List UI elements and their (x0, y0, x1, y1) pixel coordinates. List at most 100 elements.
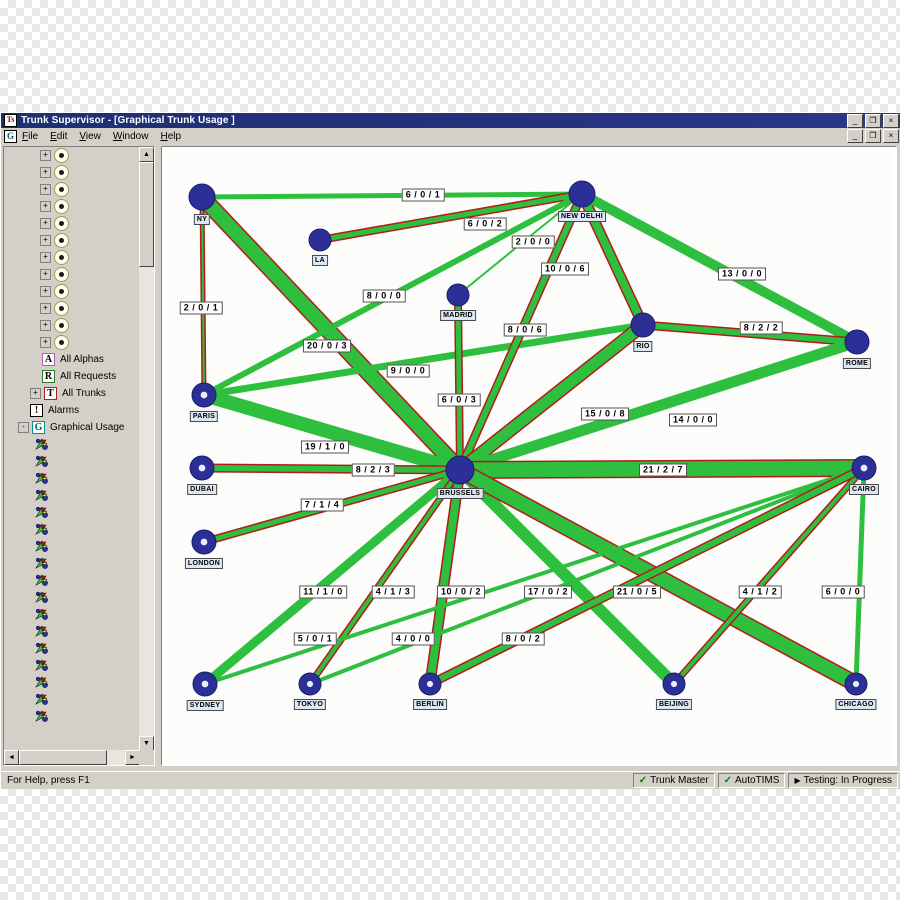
tree-node-row[interactable]: + (4, 181, 140, 198)
scroll-down-button[interactable]: ▼ (139, 736, 154, 751)
graph-leaf-row[interactable] (4, 453, 140, 470)
graph-leaf-row[interactable] (4, 640, 140, 657)
expand-icon[interactable]: + (40, 218, 51, 229)
menu-item-edit[interactable]: Edit (50, 131, 67, 142)
trunk-usage-label: 4 / 0 / 0 (391, 632, 435, 646)
expand-icon[interactable]: + (40, 269, 51, 280)
menu-item-help[interactable]: Help (160, 131, 181, 142)
sidebar-item-all-alphas[interactable]: A All Alphas (4, 351, 140, 368)
graph-leaf-row[interactable] (4, 555, 140, 572)
play-icon: ▶ (794, 775, 801, 785)
expand-icon[interactable]: + (30, 388, 41, 399)
menu-item-window[interactable]: Window (113, 131, 149, 142)
expand-icon[interactable]: + (40, 252, 51, 263)
restore-button[interactable]: ❐ (865, 114, 881, 128)
graph-usage-icon (34, 557, 49, 570)
graph-leaf-row[interactable] (4, 606, 140, 623)
status-pane-label: AutoTIMS (735, 774, 780, 786)
status-indicator-panes: ✓ Trunk Master ✓ AutoTIMS ▶ Testing: In Progr… (632, 773, 900, 788)
trunk-usage-label: 13 / 0 / 0 (717, 267, 767, 281)
trunk-node-icon (54, 182, 69, 197)
trunk-node-icon (54, 165, 69, 180)
sidebar-item-alarms[interactable]: ! Alarms (4, 402, 140, 419)
node-label-madrid: MADRID (440, 310, 476, 321)
navigation-tree-pane[interactable]: + + + + + + + + + + + + A All Alphas R All Requests + T Al… (3, 146, 155, 766)
graph-leaf-row[interactable] (4, 470, 140, 487)
node-label-paris: PARIS (189, 411, 219, 422)
graph-leaf-row[interactable] (4, 538, 140, 555)
graph-labels-overlay: NY LA NEW DELHI MADRID RIO ROME PARIS DUBAI BRUS… (165, 150, 893, 762)
mdi-minimize-button[interactable]: _ (847, 129, 863, 143)
graph-leaf-row[interactable] (4, 691, 140, 708)
expand-icon (30, 372, 39, 381)
node-label-newdelhi: NEW DELHI (558, 211, 606, 222)
graph-surface[interactable]: NY LA NEW DELHI MADRID RIO ROME PARIS DUBAI BRUS… (165, 150, 893, 762)
tree-node-row[interactable]: + (4, 249, 140, 266)
graph-leaf-row[interactable] (4, 487, 140, 504)
sidebar-item-all-trunks[interactable]: + T All Trunks (4, 385, 140, 402)
tree-vertical-scroll-thumb[interactable] (139, 162, 154, 267)
tree-vertical-scrollbar[interactable]: ▲ ▼ (139, 147, 154, 751)
trunk-node-icon (54, 199, 69, 214)
expand-icon[interactable]: + (40, 201, 51, 212)
alarm-icon: ! (30, 404, 43, 417)
close-button[interactable]: × (883, 114, 899, 128)
tree-node-row[interactable]: + (4, 317, 140, 334)
collapse-icon[interactable]: - (18, 422, 29, 433)
trunk-node-icon (54, 318, 69, 333)
graph-leaf-row[interactable] (4, 504, 140, 521)
graph-leaf-row[interactable] (4, 572, 140, 589)
menu-item-view-rest: iew (85, 130, 101, 142)
menu-item-file[interactable]: File (22, 131, 38, 142)
expand-icon[interactable]: + (40, 150, 51, 161)
check-icon: ✓ (638, 774, 648, 786)
tree-node-row[interactable]: + (4, 164, 140, 181)
document-icon[interactable]: G (4, 129, 17, 143)
tree-node-row[interactable]: + (4, 232, 140, 249)
menu-item-view[interactable]: View (79, 131, 101, 142)
graph-leaf-row[interactable] (4, 436, 140, 453)
trunk-node-icon (54, 250, 69, 265)
tree-horizontal-scroll-thumb[interactable] (19, 750, 107, 765)
graph-leaf-row[interactable] (4, 674, 140, 691)
trunk-usage-label: 2 / 0 / 1 (179, 301, 223, 315)
scroll-left-button[interactable]: ◄ (4, 750, 19, 765)
graph-leaf-row[interactable] (4, 589, 140, 606)
expand-icon[interactable]: + (40, 167, 51, 178)
tree-horizontal-scrollbar[interactable]: ◄ ► (4, 750, 140, 765)
sidebar-item-all-requests[interactable]: R All Requests (4, 368, 140, 385)
menu-item-edit-rest: dit (56, 130, 68, 142)
tree-node-row[interactable]: + (4, 300, 140, 317)
node-label-rome: ROME (842, 358, 872, 369)
scroll-up-button[interactable]: ▲ (139, 147, 154, 162)
tree-node-row[interactable]: + (4, 283, 140, 300)
letter-t-icon: T (44, 387, 57, 400)
mdi-restore-button[interactable]: ❐ (865, 129, 881, 143)
tree-node-row[interactable]: + (4, 147, 140, 164)
expand-icon[interactable]: + (40, 184, 51, 195)
graphical-trunk-usage-canvas[interactable]: NY LA NEW DELHI MADRID RIO ROME PARIS DUBAI BRUS… (161, 146, 897, 766)
graph-leaf-row[interactable] (4, 657, 140, 674)
graph-leaf-row[interactable] (4, 521, 140, 538)
tree-node-row[interactable]: + (4, 198, 140, 215)
expand-icon[interactable]: + (40, 286, 51, 297)
trunk-usage-label: 10 / 0 / 2 (436, 585, 486, 599)
trunk-usage-label: 9 / 0 / 0 (386, 364, 430, 378)
tree-node-row[interactable]: + (4, 215, 140, 232)
trunk-usage-label: 4 / 1 / 3 (371, 585, 415, 599)
tree-node-row[interactable]: + (4, 334, 140, 351)
tree-node-row[interactable]: + (4, 266, 140, 283)
expand-icon[interactable]: + (40, 337, 51, 348)
graph-leaf-row[interactable] (4, 708, 140, 725)
sidebar-item-graphical-usage[interactable]: - G Graphical Usage (4, 419, 140, 436)
minimize-button[interactable]: _ (847, 114, 863, 128)
expand-icon[interactable]: + (40, 303, 51, 314)
graph-leaf-row[interactable] (4, 623, 140, 640)
mdi-close-button[interactable]: × (883, 129, 899, 143)
node-label-brussels: BRUSSELS (436, 488, 484, 499)
expand-icon[interactable]: + (40, 235, 51, 246)
scroll-right-button[interactable]: ► (125, 750, 140, 765)
trunk-usage-label: 17 / 0 / 2 (523, 585, 573, 599)
expand-icon[interactable]: + (40, 320, 51, 331)
graph-usage-icon (34, 625, 49, 638)
